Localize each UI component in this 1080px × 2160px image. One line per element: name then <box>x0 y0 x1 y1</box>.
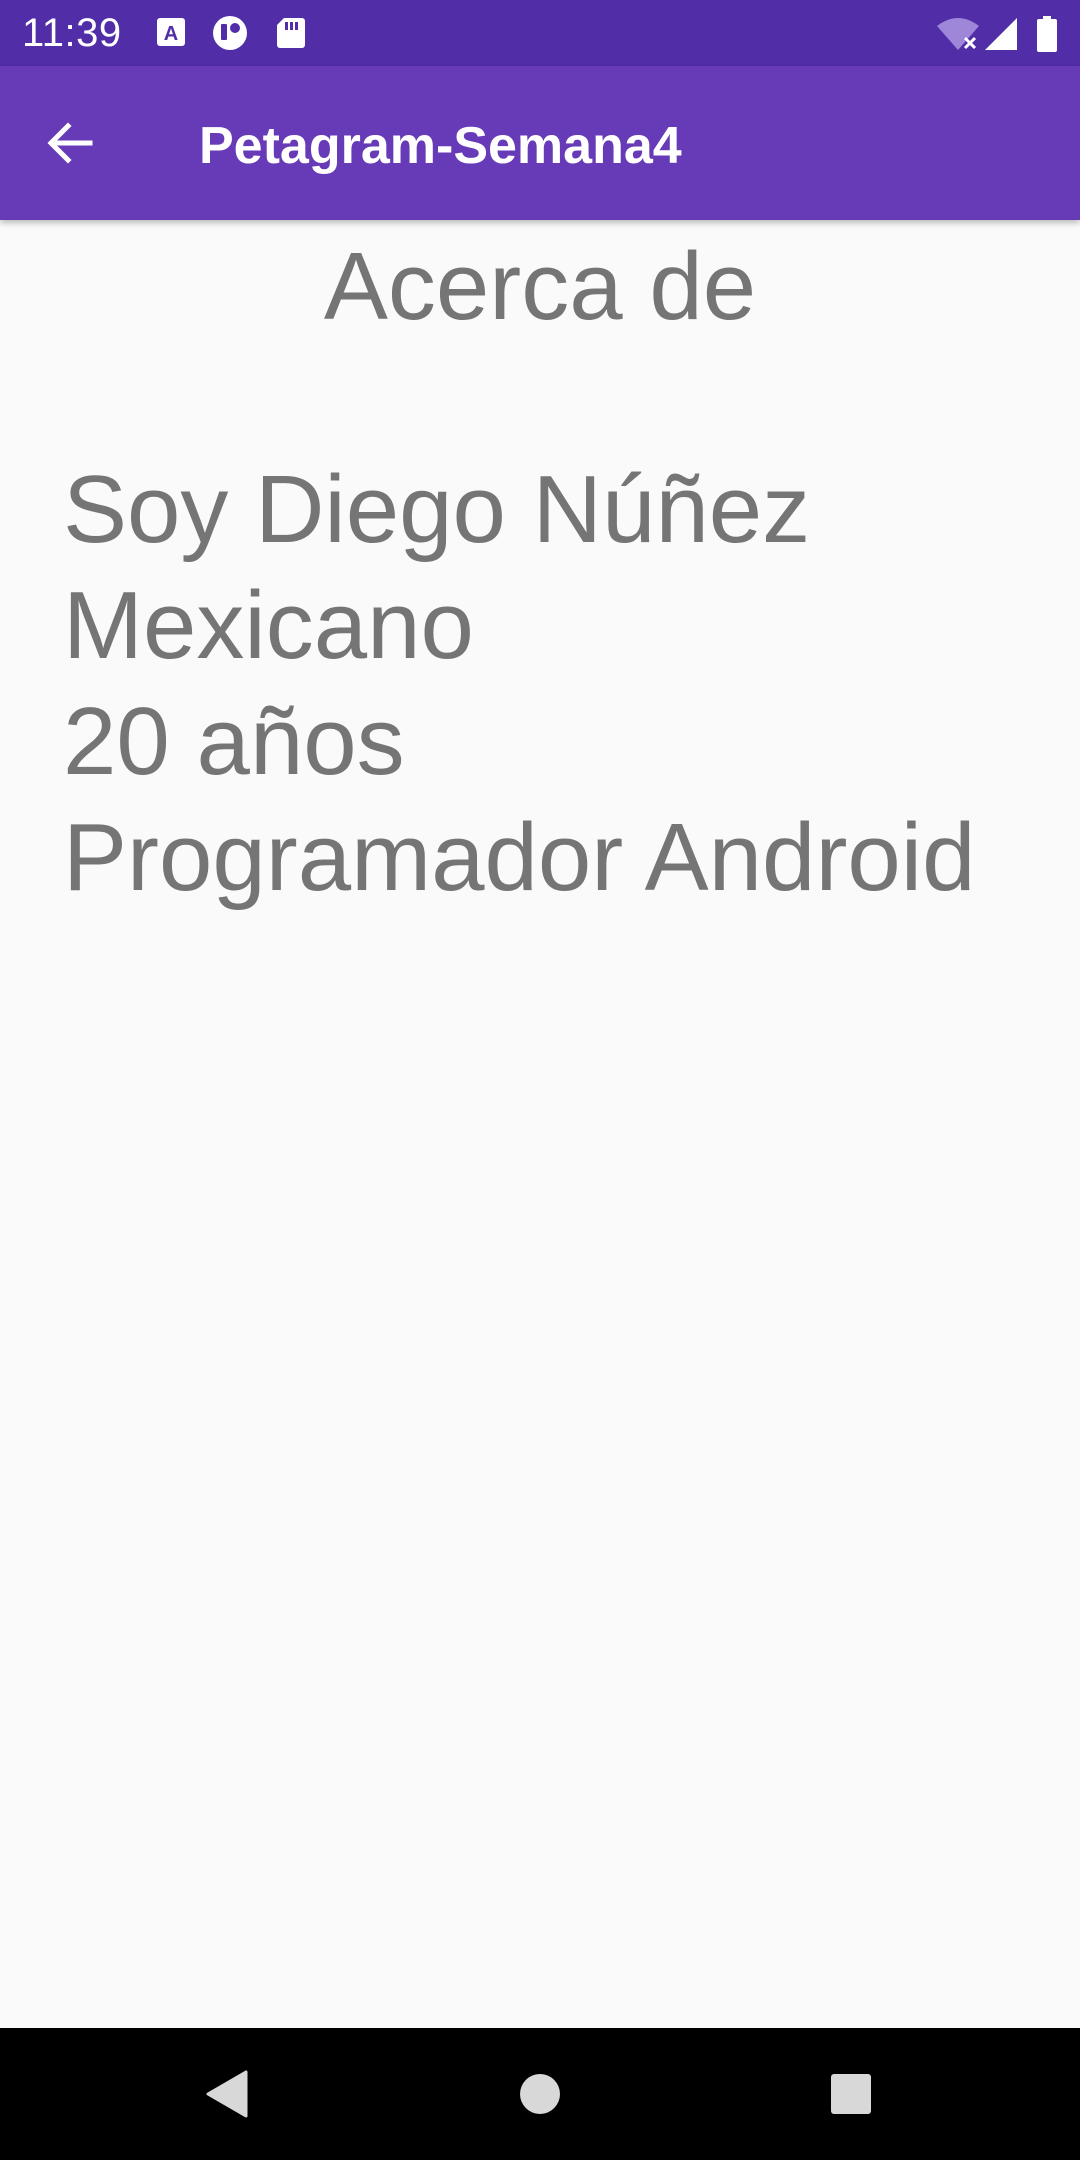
status-time: 11:39 <box>22 11 122 55</box>
home-circle-icon <box>520 2074 560 2114</box>
system-nav-bar <box>0 2028 1080 2160</box>
sd-card-icon <box>274 16 308 50</box>
bio-line-occupation: Programador Android <box>63 804 976 911</box>
svg-text:A: A <box>164 23 178 45</box>
app-bar: Petagram-Semana4 <box>0 66 1080 220</box>
back-button[interactable] <box>30 103 110 183</box>
bio-line-nationality: Mexicano <box>63 572 474 679</box>
page-heading: Acerca de <box>323 233 757 340</box>
app-title: Petagram-Semana4 <box>199 117 682 175</box>
battery-icon <box>1036 16 1060 52</box>
bio-line-name: Soy Diego Núñez <box>63 456 811 563</box>
status-bar: 11:39 A <box>0 0 1080 66</box>
cellular-signal-icon <box>983 16 1017 50</box>
about-content: Acerca de Soy Diego Núñez Mexicano 20 añ… <box>0 220 1080 2028</box>
accessibility-a-icon: A <box>155 16 189 50</box>
arrow-back-icon <box>47 122 93 164</box>
bio-text: Soy Diego Núñez Mexicano 20 años Program… <box>63 452 1063 916</box>
back-triangle-icon <box>206 2070 248 2118</box>
vpn-circle-icon <box>210 16 247 50</box>
nav-recents-button[interactable] <box>815 2058 887 2130</box>
wifi-off-icon <box>935 16 981 50</box>
nav-back-button[interactable] <box>190 2058 262 2130</box>
recents-square-icon <box>831 2074 871 2114</box>
bio-line-age: 20 años <box>63 688 405 795</box>
nav-home-button[interactable] <box>504 2058 576 2130</box>
